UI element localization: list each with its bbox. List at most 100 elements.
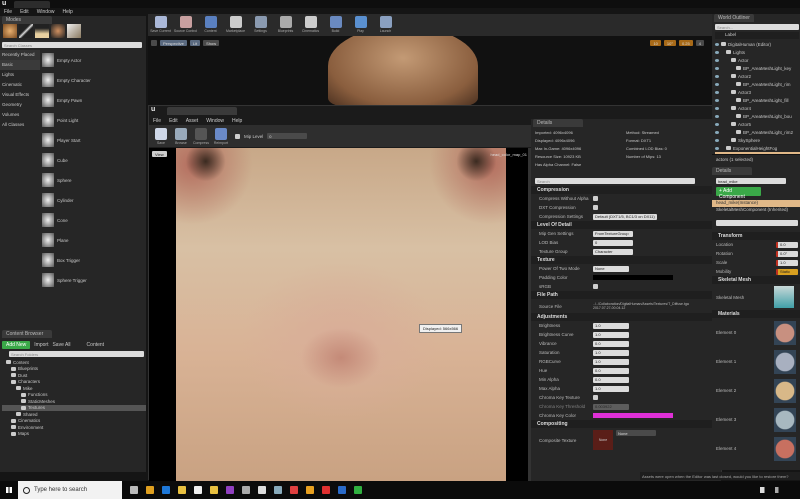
outliner-item[interactable]: SkySphere: [715, 136, 800, 144]
content-path-button[interactable]: Content: [87, 342, 105, 348]
adjustment-value[interactable]: 1.0: [593, 322, 629, 329]
viewport-options-button[interactable]: [151, 40, 157, 46]
class-item[interactable]: Plane: [42, 230, 142, 250]
chrome-icon[interactable]: [146, 486, 154, 494]
menu-window[interactable]: Window: [37, 9, 55, 15]
visibility-eye-icon[interactable]: [715, 122, 719, 126]
app2-icon[interactable]: [274, 486, 282, 494]
camera-speed[interactable]: 4: [695, 40, 704, 46]
store-icon[interactable]: [210, 486, 218, 494]
taskbar-search[interactable]: Type here to search: [18, 481, 122, 499]
toolbar-button-marketplace[interactable]: Marketplace: [223, 16, 248, 36]
outliner-search-input[interactable]: Search...: [715, 24, 799, 30]
adjustment-value[interactable]: 1.0: [593, 331, 629, 338]
onenote-icon[interactable]: [226, 486, 234, 494]
paint-mode-icon[interactable]: [19, 24, 33, 38]
material-thumbnail[interactable]: [774, 407, 796, 432]
search-classes-input[interactable]: Search Classes: [2, 42, 142, 48]
save-all-button[interactable]: Save All: [52, 342, 70, 348]
menu-help[interactable]: Help: [62, 9, 72, 15]
unreal-icon[interactable]: [258, 486, 266, 494]
outliner-item[interactable]: Actor3: [715, 88, 800, 96]
place-mode-icon[interactable]: [3, 24, 17, 38]
class-item[interactable]: Cylinder: [42, 190, 142, 210]
category-item[interactable]: All Classes: [0, 120, 40, 130]
outliner-item[interactable]: DigitalHuman (Editor): [715, 40, 800, 48]
foliage-mode-icon[interactable]: [51, 24, 65, 38]
actor-name-input[interactable]: head_mike: [716, 178, 786, 184]
compression-settings-dropdown[interactable]: Default (DXT1/5, BC1/3 on DX11): [593, 213, 657, 220]
photoshop-icon[interactable]: [338, 486, 346, 494]
material-thumbnail[interactable]: [774, 436, 796, 461]
category-item[interactable]: Lights: [0, 70, 40, 80]
menu-file[interactable]: File: [4, 9, 12, 15]
category-item[interactable]: Recently Placed: [0, 50, 40, 60]
te-menu-window[interactable]: Window: [206, 118, 224, 124]
composite-texture-dropdown[interactable]: None: [616, 430, 656, 436]
class-item[interactable]: Cube: [42, 150, 142, 170]
texture-editor-tab[interactable]: [167, 107, 237, 115]
visibility-eye-icon[interactable]: [715, 66, 719, 70]
visibility-eye-icon[interactable]: [715, 138, 719, 142]
details-search-input[interactable]: Search: [535, 178, 695, 184]
camtasia-icon[interactable]: [354, 486, 362, 494]
perspective-button[interactable]: Perspective: [160, 40, 187, 46]
outliner-item[interactable]: BP_AreaMeshLight_bou: [715, 112, 800, 120]
modes-tab[interactable]: Modes: [2, 16, 52, 24]
transform-value[interactable]: 0.0: [776, 241, 798, 248]
outliner-item[interactable]: Actor2: [715, 72, 800, 80]
import-button[interactable]: Import: [34, 342, 48, 348]
class-item[interactable]: Empty Pawn: [42, 90, 142, 110]
class-item[interactable]: Player Start: [42, 130, 142, 150]
adjustment-value[interactable]: 0.0: [593, 376, 629, 383]
class-item[interactable]: Point Light: [42, 110, 142, 130]
adjustment-value[interactable]: 1.0: [593, 349, 629, 356]
toolbar-button-settings[interactable]: Settings: [248, 16, 273, 36]
details-tab[interactable]: Details: [533, 119, 583, 127]
acrobat-icon[interactable]: [322, 486, 330, 494]
lit-button[interactable]: Lit: [189, 40, 201, 46]
outliner-tab[interactable]: World Outliner: [714, 14, 754, 22]
visibility-eye-icon[interactable]: [715, 106, 719, 110]
category-item[interactable]: Cinematic: [0, 80, 40, 90]
angle-snap[interactable]: 10°: [663, 40, 676, 46]
adjustment-value[interactable]: 1.0: [593, 385, 629, 392]
class-item[interactable]: Sphere: [42, 170, 142, 190]
visibility-eye-icon[interactable]: [715, 74, 719, 78]
mesh-section[interactable]: Skeletal Mesh: [712, 276, 800, 284]
toolbar-button-play[interactable]: Play: [348, 16, 373, 36]
landscape-mode-icon[interactable]: [35, 24, 49, 38]
instance-row[interactable]: head_mike(Instance): [712, 200, 800, 207]
padding-color-swatch[interactable]: [593, 275, 673, 280]
composite-thumbnail[interactable]: None: [593, 430, 613, 450]
level-viewport[interactable]: Perspective Lit Show 10 10° 0.25 4: [148, 36, 712, 106]
toolbar-button-build[interactable]: Build: [323, 16, 348, 36]
edge-icon[interactable]: [162, 486, 170, 494]
reimport-button[interactable]: Reimport: [211, 127, 231, 145]
visibility-eye-icon[interactable]: [715, 98, 719, 102]
app3-icon[interactable]: [290, 486, 298, 494]
grid-snap[interactable]: 10: [650, 40, 661, 46]
scale-snap[interactable]: 0.25: [678, 40, 693, 46]
class-item[interactable]: Sphere Trigger: [42, 270, 142, 290]
mesh-thumbnail[interactable]: [774, 286, 794, 308]
outliner-item[interactable]: BP_AreaMeshLight_key: [715, 64, 800, 72]
transform-section[interactable]: Transform: [712, 232, 800, 240]
search-folders-input[interactable]: Search Folders: [9, 351, 144, 357]
lod-field[interactable]: FromTextureGroup: [593, 230, 633, 237]
toolbar-button-blueprints[interactable]: Blueprints: [273, 16, 298, 36]
adjustment-value[interactable]: 0.0: [593, 367, 629, 374]
add-component-button[interactable]: + Add Component: [716, 187, 761, 200]
mip-level-checkbox[interactable]: [235, 133, 240, 139]
te-menu-asset[interactable]: Asset: [186, 118, 199, 124]
adjustment-value[interactable]: 0.0: [593, 340, 629, 347]
te-menu-help[interactable]: Help: [232, 118, 242, 124]
windows-start-icon[interactable]: [6, 487, 12, 493]
toolbar-button-content[interactable]: Content: [198, 16, 223, 36]
srgb-checkbox[interactable]: [593, 284, 598, 289]
visibility-eye-icon[interactable]: [715, 130, 719, 134]
menu-edit[interactable]: Edit: [20, 9, 29, 15]
class-item[interactable]: Cone: [42, 210, 142, 230]
file-explorer-icon[interactable]: [178, 486, 186, 494]
right-details-tab[interactable]: Details: [712, 167, 752, 175]
